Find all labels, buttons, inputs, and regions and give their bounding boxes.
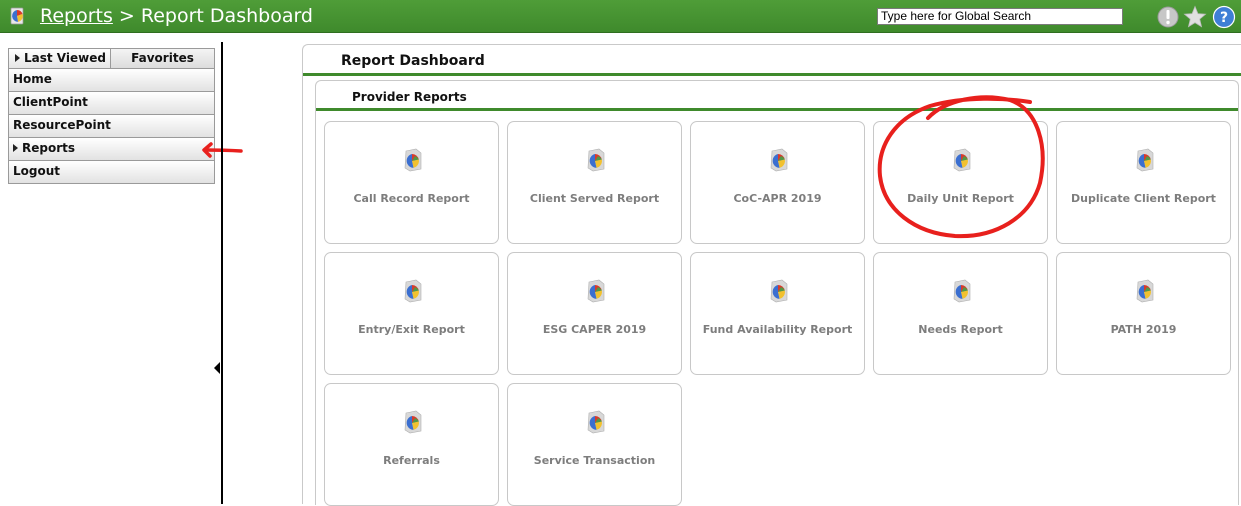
report-pie-icon <box>587 279 605 303</box>
report-tile-label: PATH 2019 <box>1110 323 1177 336</box>
report-pie-icon <box>770 148 788 172</box>
global-search-input[interactable]: Type here for Global Search <box>877 8 1123 25</box>
report-tile[interactable]: ESG CAPER 2019 <box>507 252 682 375</box>
nav-item-resourcepoint[interactable]: ResourcePoint <box>8 115 215 138</box>
breadcrumb-current: Report Dashboard <box>140 5 313 27</box>
report-pie-icon <box>587 410 605 434</box>
app-header: Reports > Report Dashboard Type here for… <box>0 0 1241 33</box>
provider-reports-section: Provider Reports Call Record Report Clien… <box>315 80 1239 506</box>
nav-divider <box>221 42 223 504</box>
report-tile[interactable]: Daily Unit Report <box>873 121 1048 244</box>
report-tile-label: Daily Unit Report <box>907 192 1014 205</box>
report-pie-icon <box>404 148 422 172</box>
report-tile-label: Needs Report <box>918 323 1003 336</box>
report-tile[interactable]: Client Served Report <box>507 121 682 244</box>
report-tile-label: Call Record Report <box>353 192 470 205</box>
report-tile-label: Service Transaction <box>533 454 656 467</box>
report-tile-label: Duplicate Client Report <box>1071 192 1216 205</box>
collapse-nav-icon[interactable] <box>214 362 220 374</box>
tab-last-viewed-label: Last Viewed <box>24 51 106 65</box>
report-tile-label: Client Served Report <box>529 192 660 205</box>
report-pie-icon <box>1136 148 1154 172</box>
report-tile[interactable]: Service Transaction <box>507 383 682 506</box>
report-tile[interactable]: Needs Report <box>873 252 1048 375</box>
alert-icon[interactable] <box>1156 5 1180 29</box>
report-tile[interactable]: Duplicate Client Report <box>1056 121 1231 244</box>
report-tile[interactable]: CoC-APR 2019 <box>690 121 865 244</box>
title-divider <box>303 73 1241 76</box>
report-tile-label: CoC-APR 2019 <box>733 192 822 205</box>
report-pie-icon <box>404 279 422 303</box>
report-tile[interactable]: Entry/Exit Report <box>324 252 499 375</box>
report-tile-label: Referrals <box>383 454 440 467</box>
left-nav: Last Viewed Favorites Home ClientPoint R… <box>8 48 215 184</box>
svg-text:?: ? <box>1220 10 1228 26</box>
section-divider <box>316 108 1238 111</box>
nav-tabs: Last Viewed Favorites <box>8 48 215 69</box>
nav-item-clientpoint[interactable]: ClientPoint <box>8 92 215 115</box>
nav-item-home[interactable]: Home <box>8 69 215 92</box>
star-icon[interactable] <box>1183 5 1207 29</box>
nav-item-reports-label: Reports <box>22 141 76 155</box>
report-tile-label: Fund Availability Report <box>702 323 853 336</box>
tab-favorites[interactable]: Favorites <box>111 48 215 69</box>
report-pie-icon <box>953 279 971 303</box>
report-tile[interactable]: Call Record Report <box>324 121 499 244</box>
section-title: Provider Reports <box>352 90 467 104</box>
breadcrumb: Reports > Report Dashboard <box>40 4 313 28</box>
report-pie-icon <box>770 279 788 303</box>
nav-item-logout[interactable]: Logout <box>8 161 215 184</box>
breadcrumb-reports-link[interactable]: Reports <box>40 5 113 27</box>
report-tile-label: ESG CAPER 2019 <box>542 323 647 336</box>
breadcrumb-separator: > <box>112 5 141 27</box>
report-pie-icon <box>404 410 422 434</box>
report-pie-icon <box>1136 279 1154 303</box>
page-title: Report Dashboard <box>341 53 485 69</box>
help-icon[interactable]: ? <box>1212 5 1236 29</box>
report-pie-icon <box>953 148 971 172</box>
report-tile[interactable]: Referrals <box>324 383 499 506</box>
main-panel: Report Dashboard Provider Reports Call R… <box>302 44 1241 506</box>
expand-triangle-icon <box>13 144 18 152</box>
nav-item-reports[interactable]: Reports <box>8 138 215 161</box>
tab-last-viewed[interactable]: Last Viewed <box>8 48 111 69</box>
expand-triangle-icon <box>15 54 20 62</box>
report-tile-label: Entry/Exit Report <box>358 323 465 336</box>
report-tile[interactable]: PATH 2019 <box>1056 252 1231 375</box>
report-tile[interactable]: Fund Availability Report <box>690 252 865 375</box>
report-pie-icon <box>587 148 605 172</box>
annotation-arrow <box>202 142 243 158</box>
report-logo-icon <box>10 7 24 25</box>
